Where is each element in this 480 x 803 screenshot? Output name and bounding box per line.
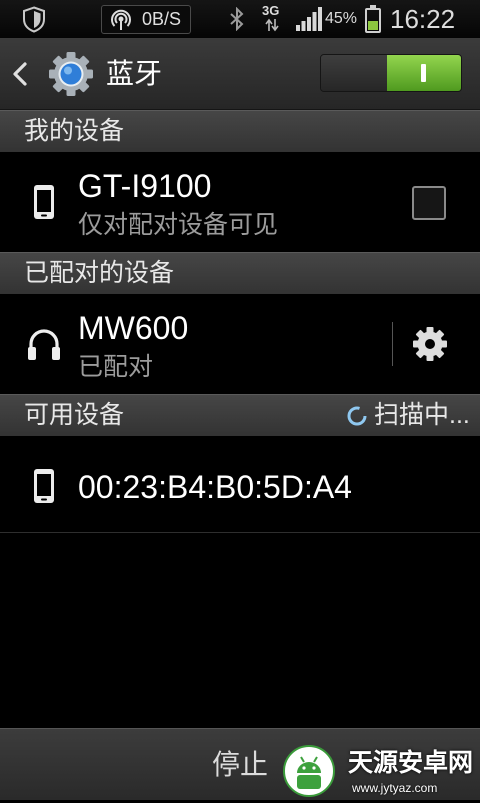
network-type: 3G — [262, 3, 280, 18]
watermark-name: 天源安卓网 — [348, 749, 474, 777]
section-header-available: 可用设备 扫描中... — [0, 394, 480, 436]
spinner-ring — [347, 406, 367, 426]
spinner-icon — [346, 405, 368, 432]
device-name: GT-I9100 — [78, 168, 212, 204]
toggle-on-segment — [387, 55, 461, 91]
my-device-row[interactable]: GT-I9100 仅对配对设备可见 — [0, 152, 480, 252]
paired-device-row[interactable]: MW600 已配对 — [0, 294, 480, 394]
back-button[interactable] — [4, 52, 104, 96]
signal-bar — [296, 25, 300, 31]
watermark-url: www.jytyaz.com — [352, 781, 438, 795]
signal-icon — [295, 6, 323, 37]
watermark-logo — [282, 744, 336, 803]
bluetooth-icon — [229, 6, 245, 36]
battery-body — [365, 8, 381, 33]
device-visibility: 仅对配对设备可见 — [78, 211, 279, 239]
phone-icon — [33, 468, 55, 509]
data-arrows-icon — [265, 18, 279, 37]
signal-bar — [301, 21, 306, 31]
row-divider — [392, 322, 393, 366]
chevron-left-icon — [11, 61, 29, 92]
page-title: 蓝牙 — [106, 58, 163, 89]
signal-bar — [307, 17, 311, 31]
hotspot-icon — [110, 9, 132, 36]
device-name: 00:23:B4:B0:5D:A4 — [78, 469, 352, 505]
section-title: 可用设备 — [24, 401, 125, 429]
scan-status: 扫描中... — [374, 401, 470, 429]
device-status: 已配对 — [78, 353, 154, 381]
toggle-off-segment — [321, 55, 387, 91]
battery-icon — [365, 5, 381, 33]
section-header-my-device: 我的设备 — [0, 110, 480, 152]
section-header-paired: 已配对的设备 — [0, 252, 480, 294]
net-speed-indicator: 0B/S — [101, 5, 191, 34]
signal-bar — [318, 7, 322, 31]
device-name: MW600 — [78, 310, 189, 346]
phone-icon — [33, 184, 55, 225]
available-device-row[interactable]: 00:23:B4:B0:5D:A4 — [0, 436, 480, 533]
section-title: 我的设备 — [24, 117, 125, 145]
app-icon-center — [60, 63, 82, 85]
status-bar: 0B/S 3G 45% 16:22 — [0, 0, 480, 38]
section-title: 已配对的设备 — [24, 259, 175, 287]
signal-bar — [312, 12, 317, 31]
net-speed-text: 0B/S — [142, 9, 182, 29]
toggle-on-indicator — [421, 64, 426, 82]
battery-percent: 45% — [325, 10, 358, 27]
bluetooth-settings-gear-icon — [46, 49, 96, 104]
visibility-checkbox[interactable] — [412, 186, 446, 220]
gear-icon — [411, 325, 449, 368]
action-bar: 蓝牙 — [0, 38, 480, 110]
shield-icon — [22, 6, 46, 38]
bluetooth-toggle[interactable] — [320, 54, 462, 92]
clock: 16:22 — [390, 4, 456, 34]
headphones-icon — [26, 326, 62, 367]
device-settings-button[interactable] — [404, 318, 456, 370]
battery-fill — [368, 20, 378, 30]
